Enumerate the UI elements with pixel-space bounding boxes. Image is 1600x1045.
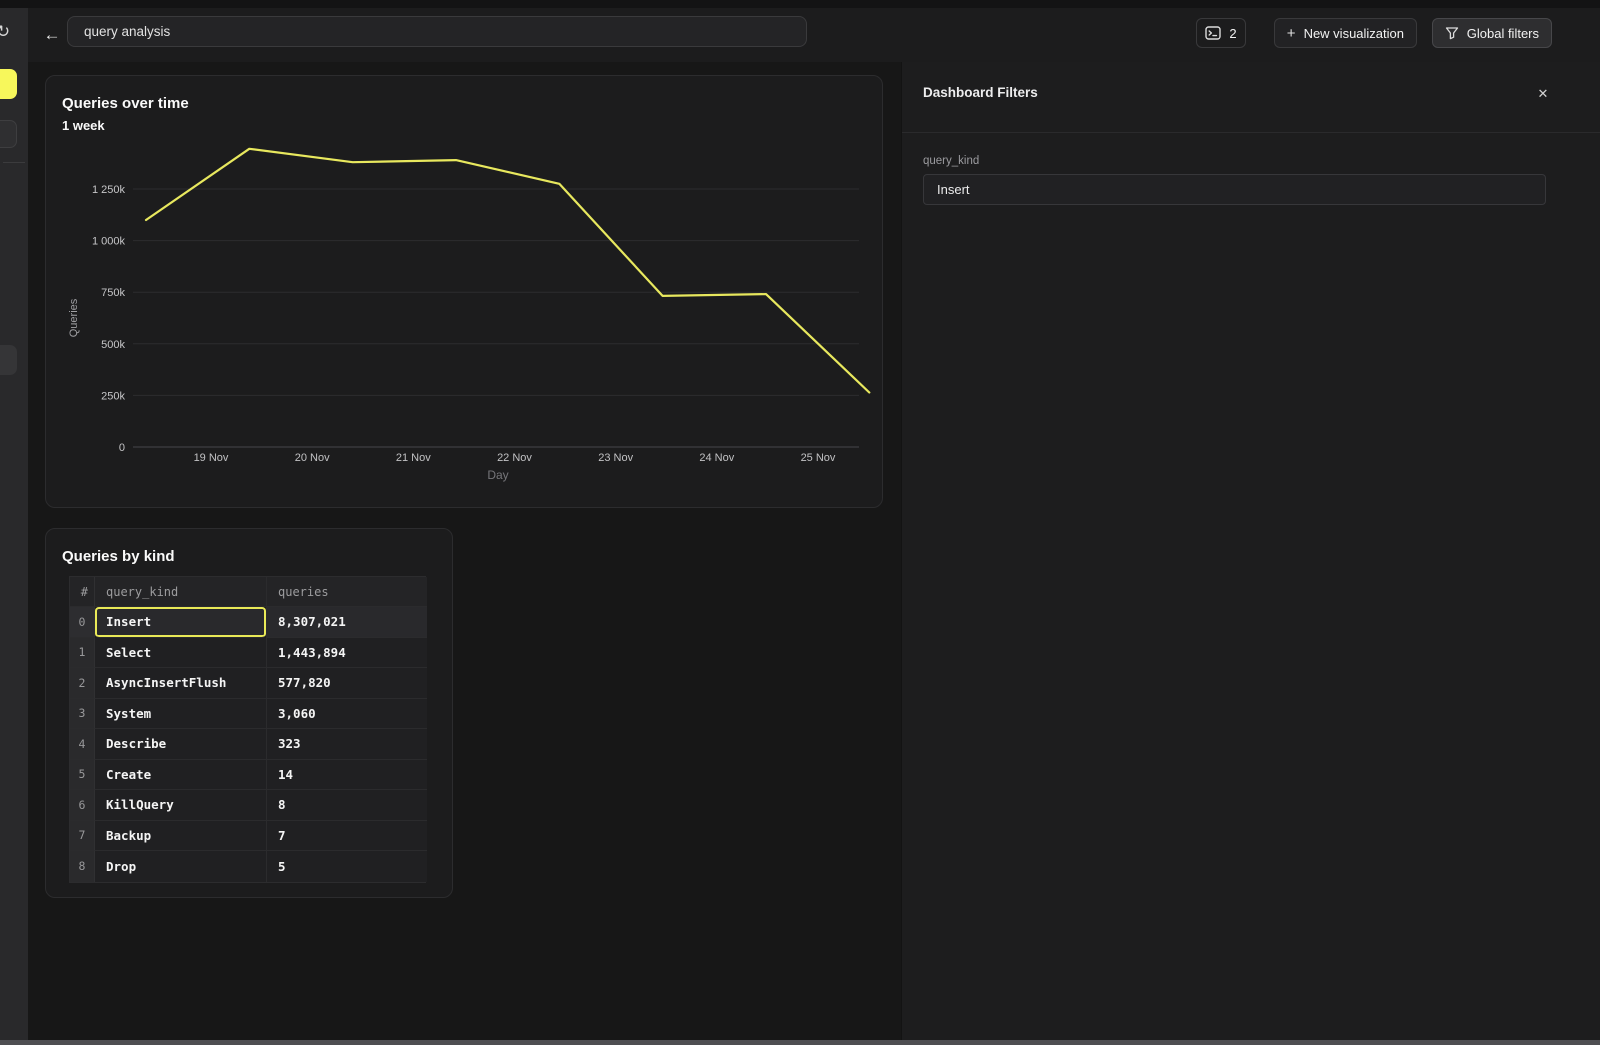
svg-text:1 000k: 1 000k xyxy=(92,236,126,248)
cell-row-index: 8 xyxy=(70,851,95,882)
table-row: 8Drop5 xyxy=(70,851,425,882)
console-count-value: 2 xyxy=(1229,26,1236,41)
cell-queries[interactable]: 5 xyxy=(266,851,427,882)
global-filters-label: Global filters xyxy=(1467,26,1539,41)
table-row: 7Backup7 xyxy=(70,821,425,852)
svg-text:23 Nov: 23 Nov xyxy=(598,452,633,464)
window-top-strip xyxy=(0,0,1600,8)
funnel-icon xyxy=(1445,26,1459,40)
svg-text:24 Nov: 24 Nov xyxy=(699,452,734,464)
table-header-row: #query_kindqueries xyxy=(70,577,425,607)
queries-over-time-chart: 0 250k 500k 750k 1 000k 1 250k Queries 19 Nov 20… xyxy=(46,76,882,507)
topbar: ← 2 + New visualization Global filters xyxy=(28,8,1600,62)
svg-text:20 Nov: 20 Nov xyxy=(295,452,330,464)
column-header-queries: queries xyxy=(266,577,427,607)
cell-queries[interactable]: 7 xyxy=(266,821,427,852)
svg-text:750k: 750k xyxy=(101,287,125,299)
svg-text:1 250k: 1 250k xyxy=(92,184,126,196)
new-visualization-button[interactable]: + New visualization xyxy=(1274,18,1417,48)
svg-text:19 Nov: 19 Nov xyxy=(194,452,229,464)
sidebar-item-secondary[interactable] xyxy=(0,120,17,148)
sidebar-divider xyxy=(3,162,25,163)
dashboard-title-input[interactable] xyxy=(67,16,807,47)
cell-row-index: 0 xyxy=(70,607,95,638)
svg-text:500k: 500k xyxy=(101,339,125,351)
global-filters-button[interactable]: Global filters xyxy=(1432,18,1552,48)
left-rail: ↻ xyxy=(0,8,28,1045)
cell-queries[interactable]: 3,060 xyxy=(266,699,427,730)
cell-query-kind[interactable]: Describe xyxy=(95,729,266,760)
window-bottom-bar xyxy=(0,1040,1600,1045)
cell-row-index: 1 xyxy=(70,638,95,669)
cell-row-index: 5 xyxy=(70,760,95,791)
terminal-icon xyxy=(1205,26,1221,40)
table-row: 1Select1,443,894 xyxy=(70,638,425,669)
table-row: 4Describe323 xyxy=(70,729,425,760)
column-header-query_kind: query_kind xyxy=(95,577,266,607)
cell-row-index: 3 xyxy=(70,699,95,730)
cell-queries[interactable]: 8,307,021 xyxy=(266,607,427,638)
query-kind-filter-input[interactable] xyxy=(923,174,1546,205)
back-button[interactable]: ← xyxy=(39,22,65,48)
cell-queries[interactable]: 8 xyxy=(266,790,427,821)
new-visualization-label: New visualization xyxy=(1304,26,1404,41)
cell-query-kind[interactable]: AsyncInsertFlush xyxy=(95,668,266,699)
cell-query-kind[interactable]: Drop xyxy=(95,851,266,882)
cell-query-kind[interactable]: Create xyxy=(95,760,266,791)
refresh-icon[interactable]: ↻ xyxy=(0,20,15,44)
filters-panel-divider xyxy=(902,132,1600,133)
table-card: Queries by kind #query_kindqueries0Inser… xyxy=(45,528,453,898)
cell-row-index: 2 xyxy=(70,668,95,699)
cell-queries[interactable]: 14 xyxy=(266,760,427,791)
table-row: 0Insert8,307,021 xyxy=(70,607,425,638)
plus-icon: + xyxy=(1287,25,1296,42)
cell-queries[interactable]: 1,443,894 xyxy=(266,638,427,669)
close-icon[interactable]: ✕ xyxy=(1531,82,1555,106)
cell-row-index: 6 xyxy=(70,790,95,821)
column-header-index: # xyxy=(70,577,95,607)
console-count-button[interactable]: 2 xyxy=(1196,18,1246,48)
svg-text:21 Nov: 21 Nov xyxy=(396,452,431,464)
svg-text:22 Nov: 22 Nov xyxy=(497,452,532,464)
table-row: 6KillQuery8 xyxy=(70,790,425,821)
svg-text:25 Nov: 25 Nov xyxy=(801,452,836,464)
dashboard-filters-panel: Dashboard Filters ✕ query_kind xyxy=(901,62,1600,1045)
cell-row-index: 4 xyxy=(70,729,95,760)
dashboard-app: ↻ ← 2 + New visualization xyxy=(0,0,1600,1045)
svg-text:250k: 250k xyxy=(101,390,125,402)
cell-queries[interactable]: 577,820 xyxy=(266,668,427,699)
queries-by-kind-table: #query_kindqueries0Insert8,307,0211Selec… xyxy=(69,576,426,883)
table-row: 5Create14 xyxy=(70,760,425,791)
cell-query-kind[interactable]: KillQuery xyxy=(95,790,266,821)
cell-query-kind[interactable]: Backup xyxy=(95,821,266,852)
sidebar-item-lower[interactable] xyxy=(0,345,17,375)
chart-card: Queries over time 1 week 0250k500k750k1 … xyxy=(45,75,883,508)
table-title: Queries by kind xyxy=(62,548,175,565)
svg-text:Day: Day xyxy=(487,468,508,482)
table-row: 3System3,060 xyxy=(70,699,425,730)
main-content: Queries over time 1 week 0250k500k750k1 … xyxy=(28,62,901,1045)
cell-query-kind[interactable]: Select xyxy=(95,638,266,669)
cell-queries[interactable]: 323 xyxy=(266,729,427,760)
table-row: 2AsyncInsertFlush577,820 xyxy=(70,668,425,699)
svg-text:Queries: Queries xyxy=(68,298,80,337)
cell-row-index: 7 xyxy=(70,821,95,852)
cell-query-kind[interactable]: Insert xyxy=(95,607,266,638)
filter-field-label: query_kind xyxy=(923,155,979,167)
sidebar-item-active-dashboard[interactable] xyxy=(0,69,17,99)
svg-text:0: 0 xyxy=(119,442,125,454)
filters-panel-title: Dashboard Filters xyxy=(923,85,1038,100)
cell-query-kind[interactable]: System xyxy=(95,699,266,730)
